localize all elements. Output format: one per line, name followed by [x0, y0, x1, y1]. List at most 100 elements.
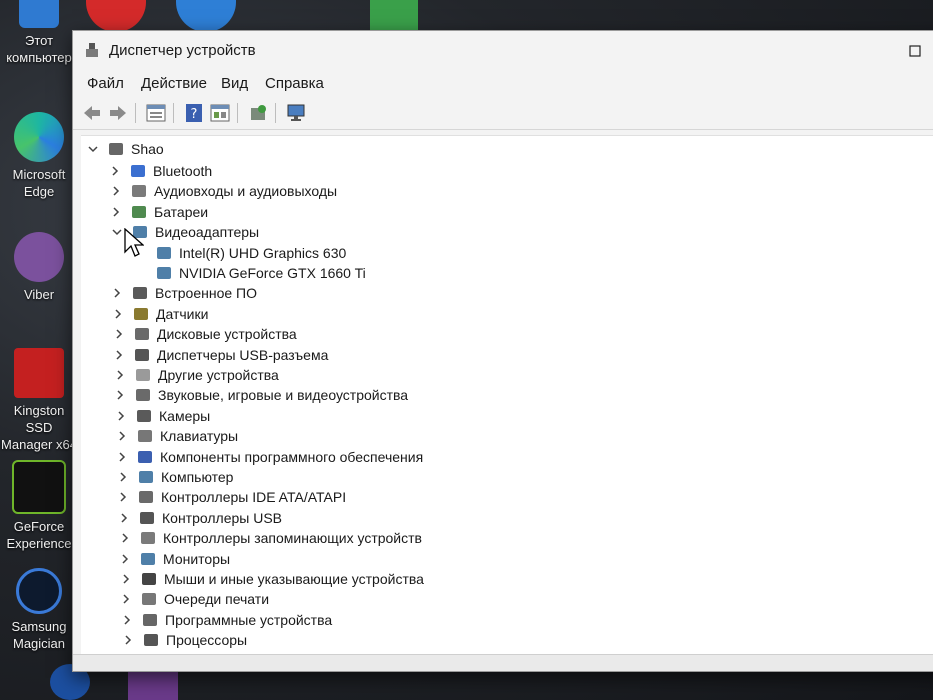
audio-icon — [132, 185, 146, 197]
properties-icon[interactable] — [145, 102, 167, 124]
battery-icon — [132, 206, 146, 218]
maximize-icon[interactable] — [909, 45, 921, 57]
tree-node-label: Intel(R) UHD Graphics 630 — [179, 245, 347, 261]
menu-action[interactable]: Действие — [141, 75, 207, 92]
tree-node-label: Контроллеры запоминающих устройств — [163, 530, 422, 546]
mouse-cursor-icon — [124, 228, 144, 257]
toolbar: ? — [73, 97, 933, 130]
chevron-right-icon[interactable] — [110, 206, 122, 218]
chevron-right-icon[interactable] — [114, 389, 126, 401]
back-icon[interactable] — [81, 102, 103, 124]
tree-node-label: NVIDIA GeForce GTX 1660 Ti — [179, 265, 366, 281]
processor-icon — [144, 634, 158, 646]
desktop-icon-label: Samsung Magician — [11, 619, 67, 651]
device-manager-window: Диспетчер устройств Файл Действие Вид Сп… — [72, 30, 933, 672]
desktop-icon-samsung[interactable]: Samsung Magician — [0, 568, 78, 652]
tree-node-label: Другие устройства — [158, 367, 279, 383]
tree-node-label: Датчики — [156, 306, 209, 322]
print-queue-icon — [142, 593, 156, 605]
desktop-icon-geforce[interactable]: GeForce Experience — [0, 460, 78, 552]
desktop-icon-viber[interactable]: Viber — [0, 232, 78, 303]
chevron-right-icon[interactable] — [119, 553, 131, 565]
menu-bar: Файл Действие Вид Справка — [73, 71, 933, 97]
chevron-down-icon[interactable] — [87, 143, 99, 155]
chevron-right-icon[interactable] — [114, 369, 126, 381]
tree-node-label: Видеоадаптеры — [155, 224, 260, 240]
tree-node-label: Контроллеры USB — [162, 510, 282, 526]
update-driver-icon[interactable] — [247, 102, 269, 124]
onedrive-icon[interactable] — [176, 0, 236, 32]
disk-icon — [135, 328, 149, 340]
device-manager-icon — [86, 43, 98, 57]
forward-icon[interactable] — [107, 102, 129, 124]
taskbar-app-icon-2[interactable] — [128, 672, 178, 700]
chevron-right-icon[interactable] — [122, 634, 134, 646]
desktop-icon-this-pc[interactable]: Этот компьютер — [0, 0, 78, 66]
toolbar-separator — [275, 103, 276, 123]
chevron-right-icon[interactable] — [112, 308, 124, 320]
chevron-right-icon[interactable] — [121, 614, 133, 626]
chevron-right-icon[interactable] — [109, 165, 121, 177]
tree-node-label: Процессоры — [166, 632, 248, 648]
tree-node-label: Дисковые устройства — [157, 326, 297, 342]
desktop-icon-label: GeForce Experience — [6, 519, 72, 551]
display-adapter-icon — [157, 267, 171, 279]
tree-node-label: Shao — [131, 141, 164, 157]
geforce-icon — [12, 460, 66, 514]
tree-node-label: Компьютер — [161, 469, 234, 485]
chevron-right-icon[interactable] — [110, 185, 122, 197]
desktop-icon-edge[interactable]: Microsoft Edge — [0, 112, 78, 200]
window-title: Диспетчер устройств — [109, 42, 256, 59]
desktop-icon-kingston[interactable]: Kingston SSD Manager x64 — [0, 348, 78, 453]
display-adapter-icon — [157, 247, 171, 259]
desktop-icon-label: Viber — [23, 287, 55, 302]
camera-icon — [137, 410, 151, 422]
chevron-right-icon[interactable] — [111, 287, 123, 299]
edge-icon — [14, 112, 64, 162]
help-icon[interactable]: ? — [183, 102, 205, 124]
chevron-right-icon[interactable] — [116, 451, 128, 463]
chevron-right-icon[interactable] — [115, 410, 127, 422]
keyboard-icon — [138, 430, 152, 442]
sensor-icon — [134, 308, 148, 320]
chevron-down-icon[interactable] — [111, 226, 123, 238]
chevron-right-icon[interactable] — [118, 512, 130, 524]
chevron-right-icon[interactable] — [120, 593, 132, 605]
device-tree: Shao Bluetooth Аудиовходы и аудиовыходы Бат… — [81, 135, 933, 669]
status-bar — [73, 654, 933, 671]
viber-icon — [14, 232, 64, 282]
menu-file[interactable]: Файл — [87, 75, 124, 92]
app-icon-top-3[interactable] — [370, 0, 418, 32]
chevron-right-icon[interactable] — [117, 471, 129, 483]
toolbar-separator — [135, 103, 136, 123]
desktop-icon-label: Kingston SSD Manager x64 — [1, 403, 77, 452]
scan-hardware-icon[interactable] — [285, 102, 307, 124]
tree-node-label: Встроенное ПО — [155, 285, 257, 301]
menu-help[interactable]: Справка — [265, 75, 324, 92]
kingston-icon — [14, 348, 64, 398]
tree-node-label: Программные устройства — [165, 612, 333, 628]
menu-view[interactable]: Вид — [221, 75, 248, 92]
chevron-right-icon[interactable] — [117, 491, 129, 503]
tree-node-label: Очереди печати — [164, 591, 270, 607]
app-icon-top-1[interactable] — [86, 0, 146, 32]
chevron-right-icon[interactable] — [113, 328, 125, 340]
software-component-icon — [138, 451, 152, 463]
desktop-icon-label: Этот компьютер — [6, 33, 72, 65]
usb-icon — [140, 512, 154, 524]
chevron-right-icon[interactable] — [120, 573, 132, 585]
tree-node-label: Компоненты программного обеспечения — [160, 449, 424, 465]
chevron-right-icon[interactable] — [119, 532, 131, 544]
tree-node-label: Контроллеры IDE ATA/ATAPI — [161, 489, 347, 505]
toolbar-separator — [173, 103, 174, 123]
chevron-right-icon[interactable] — [116, 430, 128, 442]
desktop-icon-label: Microsoft Edge — [12, 167, 66, 199]
computer-icon — [109, 143, 123, 155]
toolbar-separator — [237, 103, 238, 123]
tree-node-label: Батареи — [154, 204, 209, 220]
computer-icon — [139, 471, 153, 483]
view-icon[interactable] — [209, 102, 231, 124]
ide-icon — [139, 491, 153, 503]
tree-node-label: Звуковые, игровые и видеоустройства — [158, 387, 409, 403]
chevron-right-icon[interactable] — [113, 349, 125, 361]
